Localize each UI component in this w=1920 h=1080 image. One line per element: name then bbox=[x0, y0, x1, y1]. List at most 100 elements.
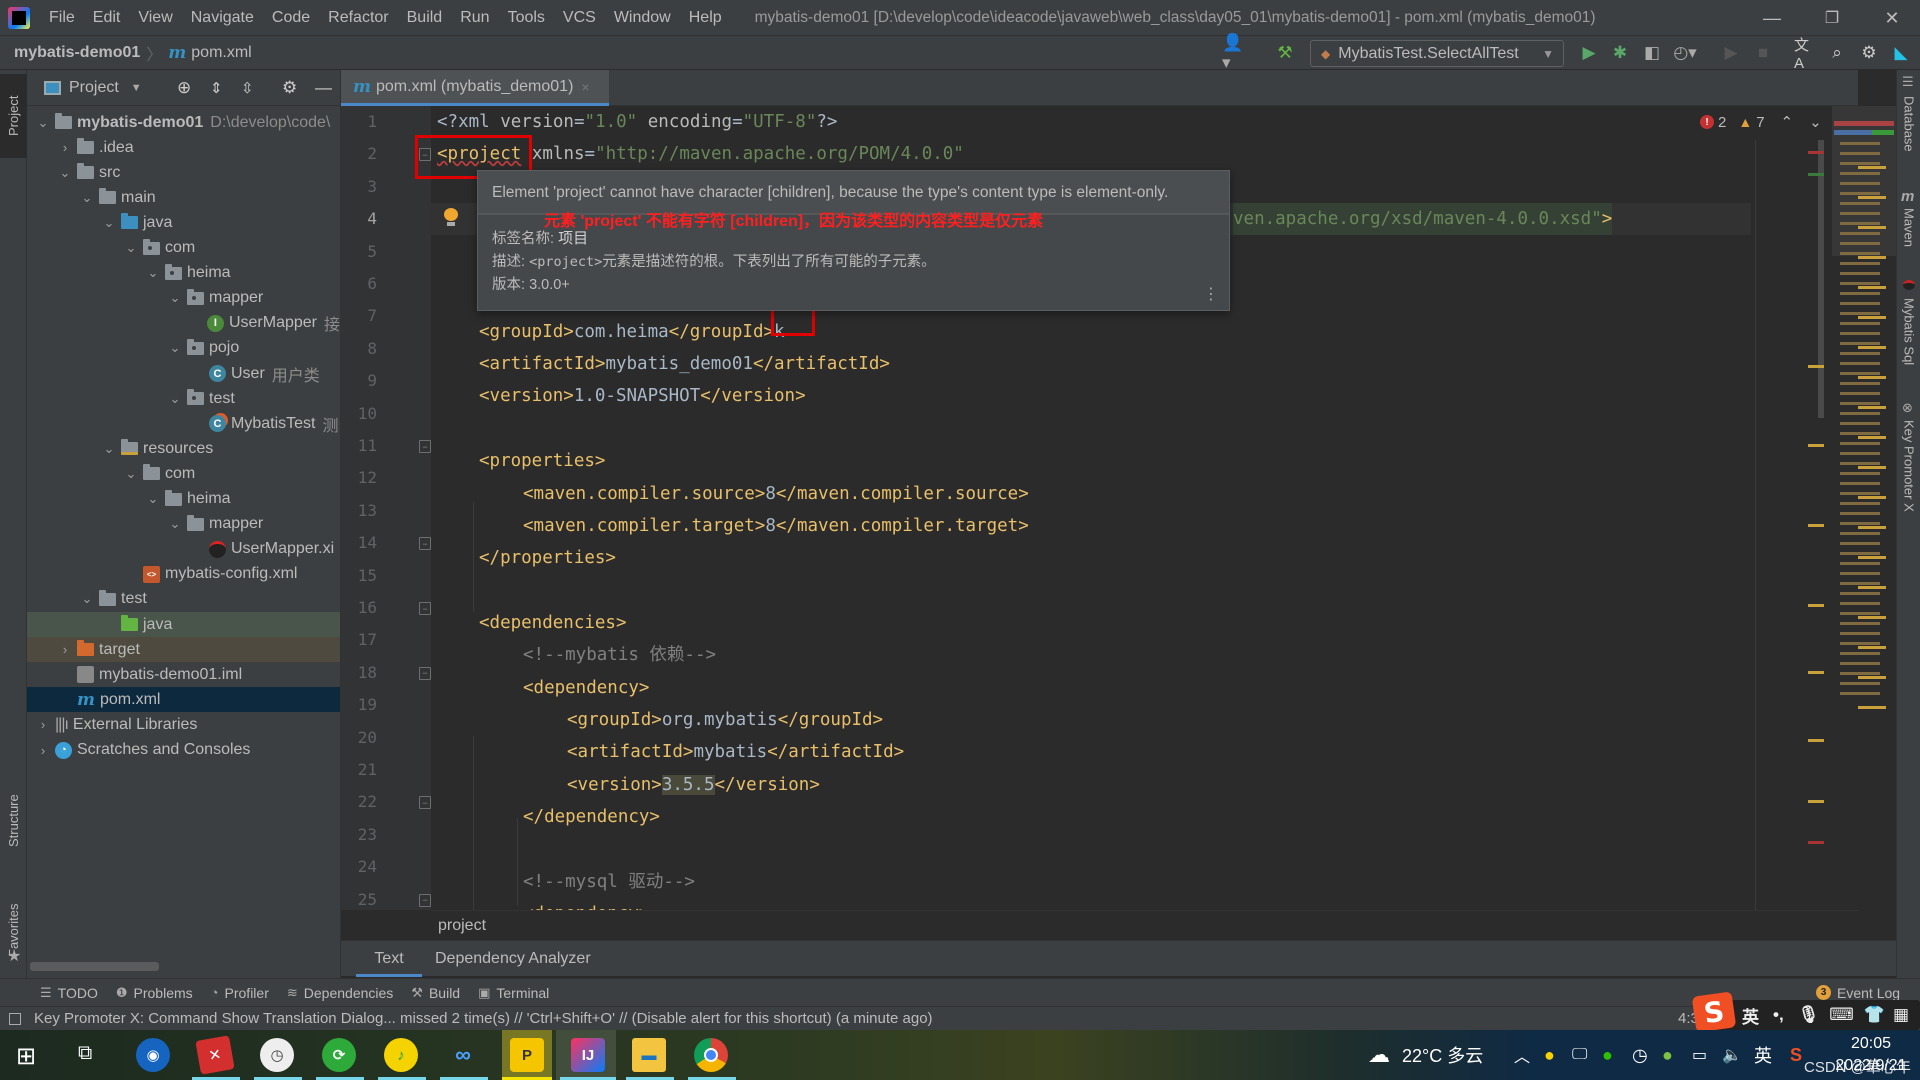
warning-mark[interactable] bbox=[1808, 604, 1824, 607]
windows-start-icon[interactable]: ⊞ bbox=[16, 1042, 36, 1071]
tree-node-scratches-and-consoles[interactable]: › ◔ Scratches and Consoles bbox=[27, 738, 340, 763]
sync-app-icon[interactable]: ⟳ bbox=[322, 1038, 356, 1072]
key-promoter-tool-tab[interactable]: Key Promoter X bbox=[1897, 420, 1920, 530]
tree-node-src[interactable]: ⌄ src bbox=[27, 160, 340, 185]
intellij-logo-icon[interactable] bbox=[8, 6, 30, 29]
build-hammer-icon[interactable]: ⚒ bbox=[1274, 42, 1296, 64]
build-tool-button[interactable]: ⚒ Build bbox=[411, 985, 460, 1001]
tab-dependency-analyzer[interactable]: Dependency Analyzer bbox=[421, 941, 605, 977]
chevron-down-icon[interactable]: ⌄ bbox=[167, 290, 183, 306]
warning-mark[interactable] bbox=[1808, 800, 1824, 803]
microphone-icon[interactable]: 🎙 bbox=[1798, 1005, 1820, 1025]
debug-icon[interactable]: ✱ bbox=[1609, 42, 1631, 64]
inspection-widget[interactable]: ! 2 ▲ 7 ⌃ ⌄ bbox=[1700, 112, 1822, 132]
error-mark[interactable] bbox=[1808, 151, 1824, 154]
menu-edit[interactable]: Edit bbox=[84, 0, 130, 36]
menu-vcs[interactable]: VCS bbox=[554, 0, 605, 36]
input-language[interactable]: 英 bbox=[1754, 1030, 1772, 1080]
breadcrumb-project[interactable]: mybatis-demo01 bbox=[14, 44, 140, 62]
terminal-tool-button[interactable]: ▣ Terminal bbox=[478, 985, 549, 1001]
file-explorer-icon[interactable]: ▬ bbox=[632, 1038, 666, 1072]
warning-mark[interactable] bbox=[1808, 444, 1824, 447]
sogou-logo-icon[interactable]: S bbox=[1691, 991, 1737, 1033]
structure-tool-tab[interactable]: Structure bbox=[0, 778, 27, 864]
menu-run[interactable]: Run bbox=[451, 0, 498, 36]
xml-breadcrumb[interactable]: project bbox=[431, 910, 1858, 940]
close-tab-icon[interactable]: × bbox=[581, 79, 589, 95]
volume-icon[interactable]: 🔈 bbox=[1722, 1030, 1742, 1080]
tree-node-test[interactable]: ⌄ test bbox=[27, 587, 340, 612]
search-icon[interactable]: ⌕ bbox=[1826, 42, 1848, 64]
intention-bulb-icon[interactable] bbox=[444, 208, 458, 226]
chevron-down-icon[interactable]: ⌄ bbox=[35, 115, 51, 131]
fold-collapse-icon[interactable]: − bbox=[419, 666, 431, 680]
horizontal-scrollbar[interactable] bbox=[30, 962, 159, 971]
error-mark[interactable] bbox=[1808, 841, 1824, 844]
menu-refactor[interactable]: Refactor bbox=[319, 0, 397, 36]
chevron-right-icon[interactable]: › bbox=[35, 717, 51, 732]
profile-icon[interactable]: ◴▾ bbox=[1673, 42, 1696, 64]
editor-tab-pom[interactable]: m pom.xml (mybatis_demo01) × bbox=[341, 70, 609, 106]
chevron-right-icon[interactable]: › bbox=[57, 642, 73, 657]
skin-icon[interactable]: 👕 bbox=[1864, 1005, 1885, 1025]
stop-icon[interactable]: ■ bbox=[1752, 42, 1774, 64]
change-mark[interactable] bbox=[1808, 173, 1824, 176]
tab-text[interactable]: Text bbox=[356, 941, 422, 977]
minimize-button[interactable]: — bbox=[1744, 0, 1800, 36]
tree-node-mybatis-demo01[interactable]: ⌄ mybatis-demo01 D:\develop\code\ bbox=[27, 110, 340, 135]
wechat-tray-icon[interactable]: ● bbox=[1602, 1030, 1613, 1080]
tree-node-usermapper-xi[interactable]: UserMapper.xi bbox=[27, 537, 340, 562]
anaconda-icon[interactable]: ∞ bbox=[446, 1038, 480, 1072]
maximize-button[interactable]: ❐ bbox=[1804, 0, 1860, 36]
tree-node-target[interactable]: › target bbox=[27, 637, 340, 663]
tree-node-main[interactable]: ⌄ main bbox=[27, 185, 340, 210]
code-minimap[interactable] bbox=[1832, 106, 1896, 910]
fold-end-icon[interactable]: − bbox=[419, 796, 431, 810]
fold-end-icon[interactable]: − bbox=[419, 537, 431, 551]
menu-code[interactable]: Code bbox=[263, 0, 319, 36]
warning-mark[interactable] bbox=[1808, 524, 1824, 527]
chevron-right-icon[interactable]: › bbox=[35, 743, 51, 758]
weather-widget[interactable]: ☁ 22°C 多云 bbox=[1368, 1030, 1483, 1080]
keyboard-icon[interactable]: ⌨ bbox=[1829, 1005, 1854, 1025]
toolbox-icon[interactable]: ▦ bbox=[1893, 1005, 1909, 1025]
tree-node-heima[interactable]: ⌄ heima bbox=[27, 261, 340, 286]
task-view-icon[interactable]: ⧉ bbox=[78, 1042, 92, 1065]
qq-music-icon[interactable]: ♪ bbox=[384, 1038, 418, 1072]
tree-node-pom-xml[interactable]: m pom.xml bbox=[27, 687, 340, 713]
fold-collapse-icon[interactable]: − bbox=[419, 148, 431, 162]
chevron-down-icon[interactable]: ⌄ bbox=[167, 340, 183, 356]
database-tool-tab[interactable]: Database bbox=[1897, 96, 1920, 176]
toggle-tool-windows-icon[interactable] bbox=[9, 1013, 21, 1025]
settings-icon[interactable]: ⚙ bbox=[282, 78, 297, 98]
fold-collapse-icon[interactable]: − bbox=[419, 440, 431, 453]
project-tool-tab[interactable]: Project bbox=[0, 74, 27, 158]
screenshot-app-icon[interactable]: ◉ bbox=[136, 1038, 170, 1072]
sogou-tray-icon[interactable]: S bbox=[1790, 1030, 1802, 1080]
user-icon[interactable]: 👤▾ bbox=[1222, 33, 1244, 72]
tree-node-mybatistest[interactable]: C MybatisTest 测 bbox=[27, 411, 340, 436]
intellij-taskbar-icon[interactable]: IJ bbox=[571, 1038, 605, 1072]
chevron-down-icon[interactable]: ⌄ bbox=[57, 165, 73, 181]
error-stripe[interactable] bbox=[1808, 106, 1824, 910]
project-view-select[interactable]: Project bbox=[69, 79, 119, 97]
scroll-thumb[interactable] bbox=[1818, 140, 1824, 418]
tree-node-external-libraries[interactable]: › |||ı External Libraries bbox=[27, 712, 340, 737]
xmind-app-icon[interactable]: ✕ bbox=[195, 1035, 235, 1075]
chevron-down-icon[interactable]: ⌄ bbox=[101, 215, 117, 231]
warning-mark[interactable] bbox=[1808, 739, 1824, 742]
menu-view[interactable]: View bbox=[129, 0, 181, 36]
tree-node-mapper[interactable]: ⌄ mapper bbox=[27, 286, 340, 311]
chevron-down-icon[interactable]: ⌄ bbox=[123, 466, 139, 482]
warning-mark[interactable] bbox=[1808, 671, 1824, 674]
tree-node-usermapper[interactable]: I UserMapper 接 bbox=[27, 311, 340, 336]
tree-node--idea[interactable]: › .idea bbox=[27, 135, 340, 160]
clock-tray-icon[interactable]: ◷ bbox=[1632, 1030, 1648, 1080]
breadcrumb-file[interactable]: pom.xml bbox=[191, 44, 251, 62]
collapse-all-icon[interactable]: ⇳ bbox=[241, 79, 254, 97]
qq-music-tray-icon[interactable]: ● bbox=[1544, 1030, 1555, 1080]
ime-punctuation[interactable]: •, bbox=[1773, 1005, 1784, 1025]
run-configuration-select[interactable]: ◆ MybatisTest.SelectAllTest ▼ bbox=[1310, 40, 1564, 67]
chevron-right-icon[interactable]: › bbox=[57, 140, 73, 155]
tree-node-mapper[interactable]: ⌄ mapper bbox=[27, 512, 340, 537]
